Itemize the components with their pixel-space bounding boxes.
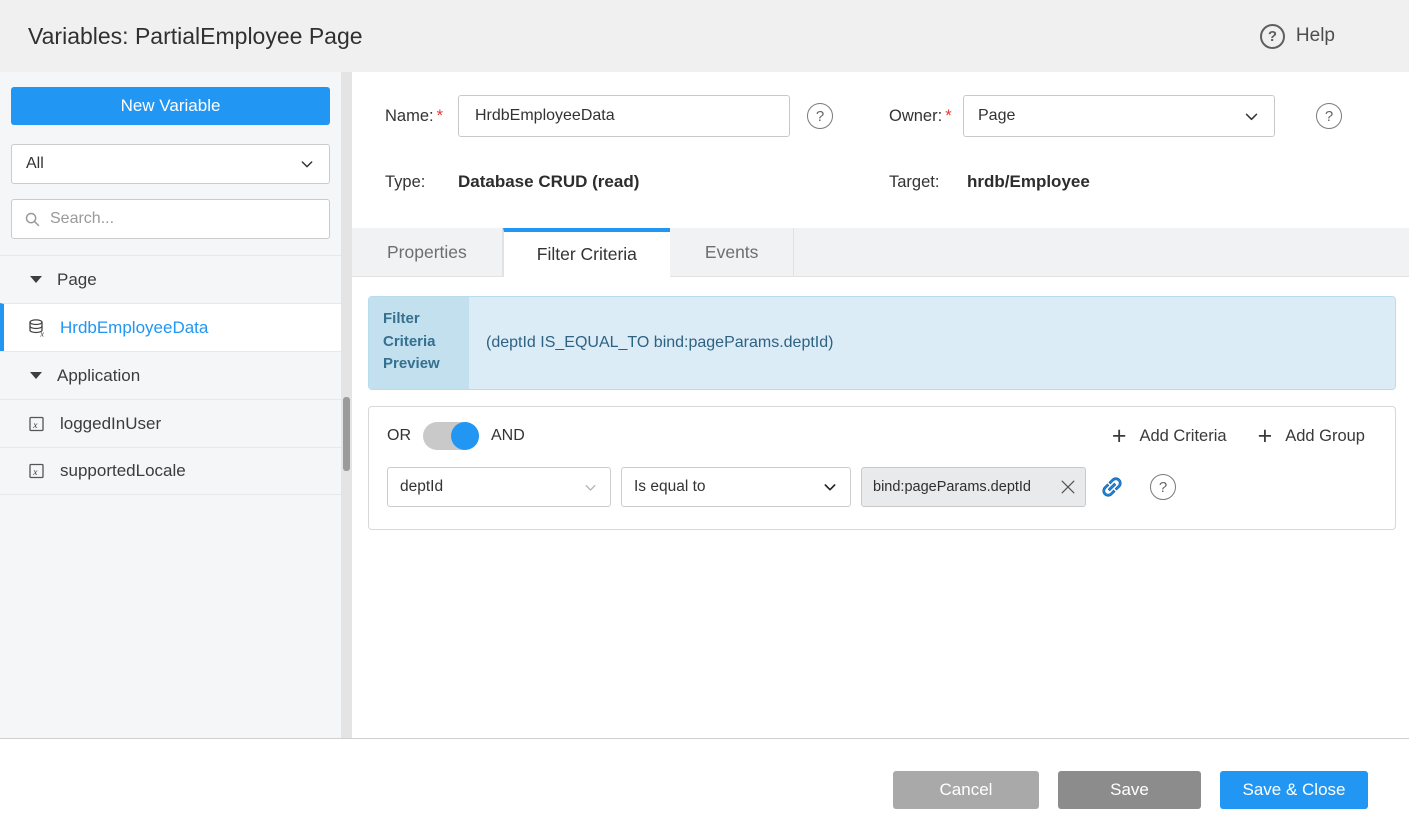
tab-events[interactable]: Events <box>670 228 795 276</box>
help-icon: ? <box>1260 24 1285 49</box>
type-target-row: Type: Database CRUD (read) Target: hrdb/… <box>385 172 1090 192</box>
variable-filter-value: All <box>26 155 44 173</box>
tree-group-page[interactable]: Page <box>0 255 341 303</box>
page-title: Variables: PartialEmployee Page <box>28 23 363 50</box>
target-label: Target: <box>889 173 967 192</box>
criteria-field-value: deptId <box>400 478 443 496</box>
filter-criteria-preview: Filter Criteria Preview (deptId IS_EQUAL… <box>368 296 1396 390</box>
chevron-down-icon <box>822 479 838 495</box>
new-variable-button[interactable]: New Variable <box>11 87 330 125</box>
tree-group-application[interactable]: Application <box>0 351 341 399</box>
required-marker: * <box>945 107 951 125</box>
model-variable-icon: x <box>27 414 47 434</box>
owner-help-icon[interactable]: ? <box>1316 103 1342 129</box>
tree-group-label: Application <box>57 366 140 386</box>
name-owner-row: Name:* ? Owner:* Page ? <box>385 95 1342 137</box>
sidebar-scrollbar-track[interactable] <box>341 72 352 738</box>
chevron-down-icon <box>299 156 315 172</box>
plus-icon: + <box>1258 424 1273 449</box>
name-input[interactable] <box>458 95 790 137</box>
criteria-builder: OR AND + Add Criteria + Add Group <box>368 406 1396 530</box>
collapse-triangle-icon <box>30 276 42 283</box>
criteria-condition-select[interactable]: Is equal to <box>621 467 851 507</box>
tree-item-label: loggedInUser <box>60 414 161 434</box>
criteria-condition-value: Is equal to <box>634 478 706 496</box>
criteria-field-select[interactable]: deptId <box>387 467 611 507</box>
svg-text:x: x <box>39 328 44 338</box>
variable-detail-panel: Name:* ? Owner:* Page ? Type: Database C… <box>352 72 1409 738</box>
name-label: Name:* <box>385 107 458 126</box>
criteria-help-icon[interactable]: ? <box>1150 474 1176 500</box>
tab-filter-criteria[interactable]: Filter Criteria <box>503 228 670 277</box>
save-button[interactable]: Save <box>1058 771 1201 809</box>
dialog-footer: Cancel Save Save & Close <box>0 738 1409 838</box>
search-icon <box>24 211 41 228</box>
tree-item-label: HrdbEmployeeData <box>60 318 208 338</box>
add-criteria-button[interactable]: Add Criteria <box>1139 427 1226 446</box>
toggle-knob <box>451 422 479 450</box>
bind-link-icon[interactable] <box>1094 469 1131 506</box>
criteria-value-field[interactable]: bind:pageParams.deptId <box>861 467 1086 507</box>
tab-properties[interactable]: Properties <box>352 228 503 276</box>
tree-item-supportedlocale[interactable]: x supportedLocale <box>0 447 341 495</box>
model-variable-icon: x <box>27 461 47 481</box>
name-help-icon[interactable]: ? <box>807 103 833 129</box>
clear-value-icon[interactable] <box>1058 477 1078 497</box>
chevron-down-icon <box>583 480 598 495</box>
sidebar-scrollbar-thumb[interactable] <box>343 397 350 471</box>
add-group-button[interactable]: Add Group <box>1285 427 1365 446</box>
or-and-toggle[interactable] <box>423 422 479 450</box>
variable-filter-select[interactable]: All <box>11 144 330 184</box>
tree-item-label: supportedLocale <box>60 461 186 481</box>
tab-bar: Properties Filter Criteria Events <box>352 228 1409 277</box>
target-value: hrdb/Employee <box>967 172 1090 192</box>
tree-item-hrdbemployeedata[interactable]: x HrdbEmployeeData <box>0 303 341 351</box>
svg-text:x: x <box>32 420 38 430</box>
type-label: Type: <box>385 173 458 192</box>
preview-expression: (deptId IS_EQUAL_TO bind:pageParams.dept… <box>469 297 1395 389</box>
required-marker: * <box>437 107 443 125</box>
save-and-close-button[interactable]: Save & Close <box>1220 771 1368 809</box>
cancel-button[interactable]: Cancel <box>893 771 1039 809</box>
collapse-triangle-icon <box>30 372 42 379</box>
variables-sidebar: New Variable All Page x HrdbEmployeeDa <box>0 72 352 738</box>
plus-icon: + <box>1112 424 1127 449</box>
database-variable-icon: x <box>27 318 47 338</box>
and-label: AND <box>491 427 525 445</box>
search-box[interactable] <box>11 199 330 239</box>
help-label: Help <box>1296 25 1335 47</box>
owner-select[interactable]: Page <box>963 95 1275 137</box>
tree-group-label: Page <box>57 270 97 290</box>
or-label: OR <box>387 427 411 445</box>
search-input[interactable] <box>50 210 317 228</box>
preview-label: Filter Criteria Preview <box>369 297 469 389</box>
tree-item-loggedinuser[interactable]: x loggedInUser <box>0 399 341 447</box>
type-value: Database CRUD (read) <box>458 172 889 192</box>
owner-label: Owner:* <box>889 107 963 126</box>
filter-criteria-content: Filter Criteria Preview (deptId IS_EQUAL… <box>352 278 1409 530</box>
chevron-down-icon <box>1243 108 1260 125</box>
dialog-header: Variables: PartialEmployee Page ? Help <box>0 0 1409 72</box>
svg-text:x: x <box>32 468 38 478</box>
owner-value: Page <box>978 107 1015 125</box>
bind-expression: bind:pageParams.deptId <box>873 479 1031 495</box>
variables-tree: Page x HrdbEmployeeData Application x <box>0 255 341 495</box>
help-button[interactable]: ? Help <box>1260 24 1335 49</box>
